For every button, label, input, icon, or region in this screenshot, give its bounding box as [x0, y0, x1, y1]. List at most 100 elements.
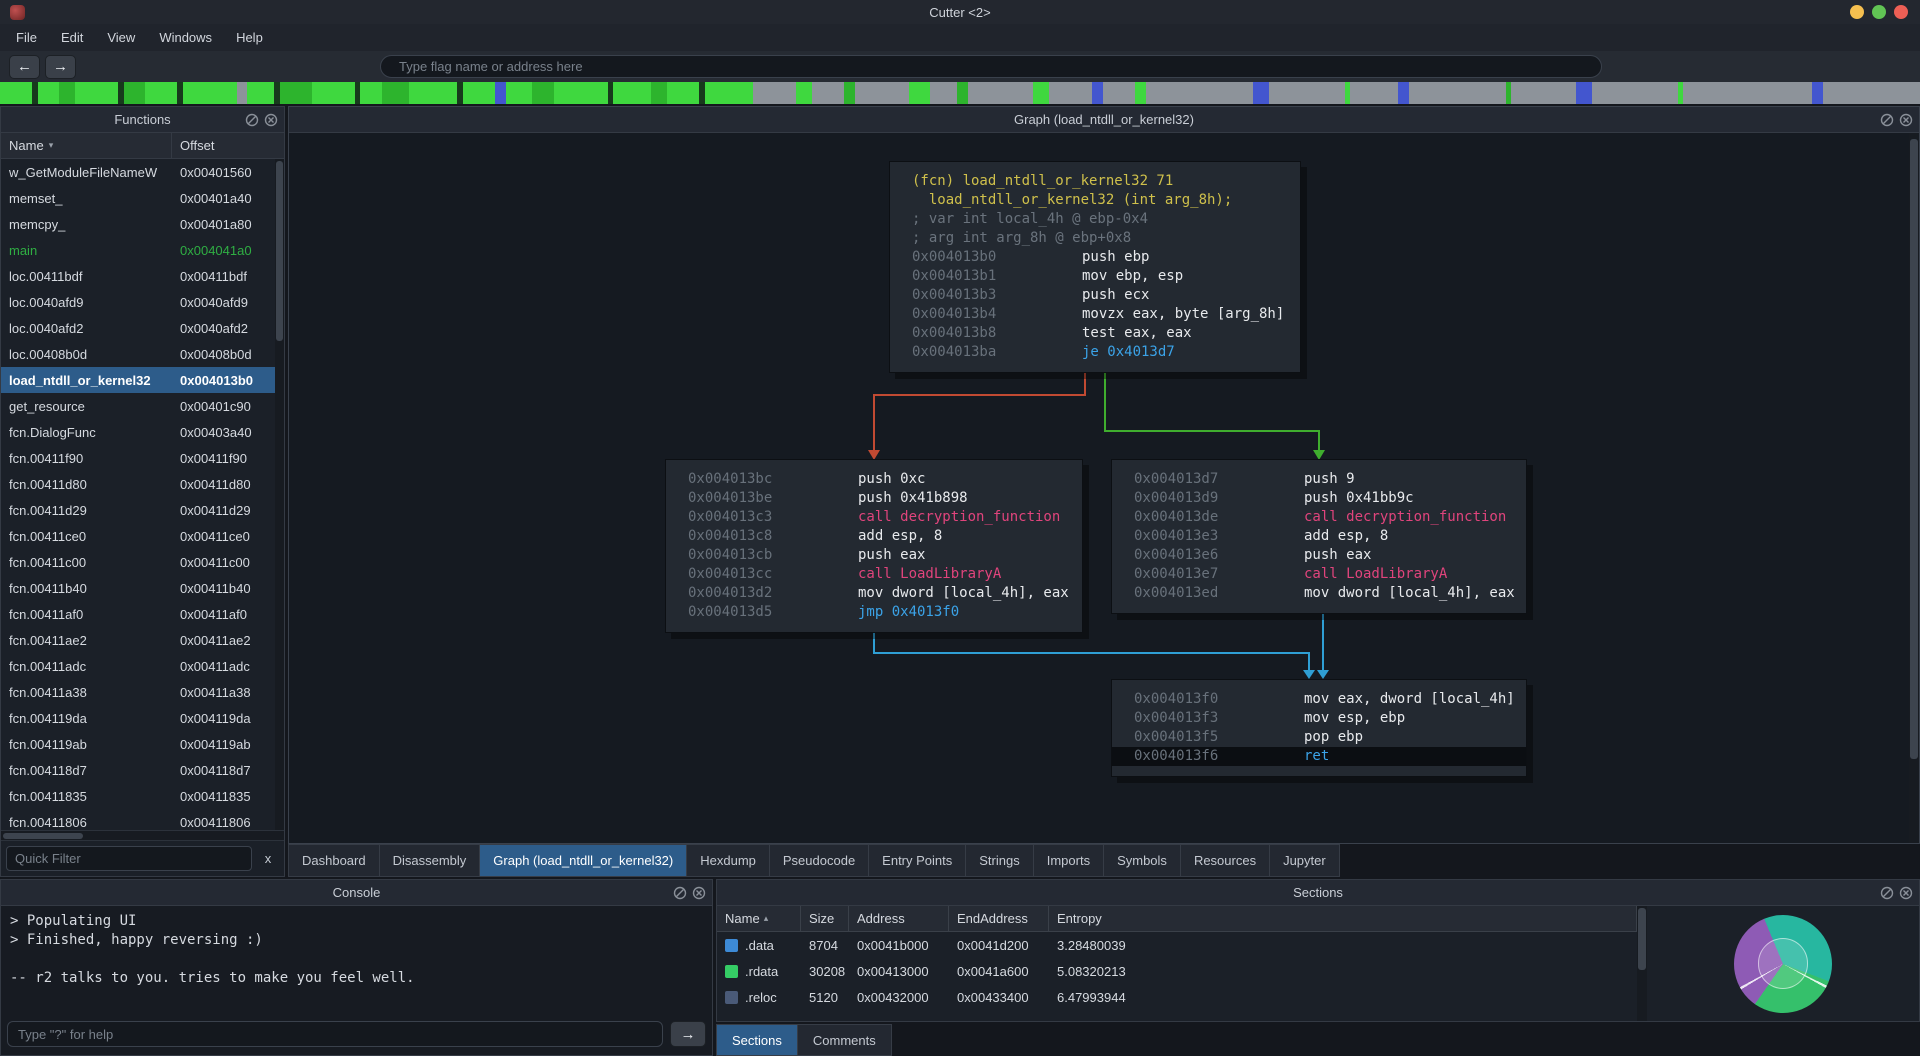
disasm-line[interactable]: (fcn) load_ntdll_or_kernel32 71: [890, 172, 1300, 191]
sections-column-endaddress[interactable]: EndAddress: [949, 906, 1049, 931]
forward-button[interactable]: →: [45, 55, 76, 79]
quick-filter-input[interactable]: [6, 846, 252, 871]
function-row[interactable]: fcn.00411b400x00411b40: [1, 575, 284, 601]
function-row[interactable]: fcn.00411d290x00411d29: [1, 497, 284, 523]
close-panel-icon[interactable]: [692, 886, 706, 900]
functions-scrollbar[interactable]: [275, 159, 284, 830]
function-row[interactable]: fcn.00411adc0x00411adc: [1, 653, 284, 679]
console-panel-header[interactable]: Console: [1, 880, 712, 906]
disasm-line[interactable]: 0x004013cccall LoadLibraryA: [666, 565, 1082, 584]
disasm-line[interactable]: 0x004013f0mov eax, dword [local_4h]: [1112, 690, 1526, 709]
menu-file[interactable]: File: [4, 26, 49, 49]
disasm-line[interactable]: 0x004013d2mov dword [local_4h], eax: [666, 584, 1082, 603]
function-row[interactable]: fcn.004118350x00411835: [1, 783, 284, 809]
function-row[interactable]: fcn.00411c000x00411c00: [1, 549, 284, 575]
sections-column-name[interactable]: Name▴: [717, 906, 801, 931]
bottom-tab-sections[interactable]: Sections: [716, 1024, 798, 1056]
minimize-button[interactable]: [1850, 5, 1864, 19]
tab-disassembly[interactable]: Disassembly: [380, 844, 481, 877]
section-row[interactable]: .data87040x0041b0000x0041d2003.28480039: [717, 932, 1637, 958]
disasm-line[interactable]: 0x004013b0push ebp: [890, 248, 1300, 267]
function-row[interactable]: loc.0040afd90x0040afd9: [1, 289, 284, 315]
console-output[interactable]: > Populating UI> Finished, happy reversi…: [1, 906, 712, 1019]
sort-dropdown-icon[interactable]: ▾: [49, 140, 54, 151]
graph-block[interactable]: 0x004013f0mov eax, dword [local_4h]0x004…: [1111, 679, 1527, 777]
functions-hscrollbar[interactable]: [1, 830, 284, 840]
back-button[interactable]: ←: [9, 55, 40, 79]
close-button[interactable]: [1894, 5, 1908, 19]
tab-pseudocode[interactable]: Pseudocode: [770, 844, 869, 877]
section-row[interactable]: .reloc51200x004320000x004334006.47993944: [717, 984, 1637, 1010]
function-row[interactable]: memcpy_0x00401a80: [1, 211, 284, 237]
sections-table-head[interactable]: Name▴SizeAddressEndAddressEntropy: [717, 906, 1637, 932]
functions-panel-header[interactable]: Functions: [1, 107, 284, 133]
tab-entry-points[interactable]: Entry Points: [869, 844, 966, 877]
console-execute-button[interactable]: →: [670, 1021, 706, 1047]
disasm-line[interactable]: 0x004013edmov dword [local_4h], eax: [1112, 584, 1526, 603]
disasm-line[interactable]: ; arg int arg_8h @ ebp+0x8: [890, 229, 1300, 248]
menu-windows[interactable]: Windows: [147, 26, 224, 49]
function-row[interactable]: fcn.004118060x00411806: [1, 809, 284, 830]
function-row[interactable]: fcn.00411ce00x00411ce0: [1, 523, 284, 549]
function-row[interactable]: get_resource0x00401c90: [1, 393, 284, 419]
tab-strings[interactable]: Strings: [966, 844, 1033, 877]
disasm-line[interactable]: 0x004013b8test eax, eax: [890, 324, 1300, 343]
disasm-line[interactable]: 0x004013b4movzx eax, byte [arg_8h]: [890, 305, 1300, 324]
disasm-line[interactable]: 0x004013c8add esp, 8: [666, 527, 1082, 546]
function-row[interactable]: fcn.00411ae20x00411ae2: [1, 627, 284, 653]
close-panel-icon[interactable]: [1899, 886, 1913, 900]
function-row[interactable]: fcn.004118d70x004118d7: [1, 757, 284, 783]
disasm-line[interactable]: 0x004013decall decryption_function: [1112, 508, 1526, 527]
disasm-line[interactable]: 0x004013d7push 9: [1112, 470, 1526, 489]
disasm-line[interactable]: 0x004013e3add esp, 8: [1112, 527, 1526, 546]
menu-help[interactable]: Help: [224, 26, 275, 49]
sections-scrollbar[interactable]: [1637, 906, 1647, 1021]
function-row[interactable]: main0x004041a0: [1, 237, 284, 263]
tab-resources[interactable]: Resources: [1181, 844, 1270, 877]
sections-column-entropy[interactable]: Entropy: [1049, 906, 1637, 931]
function-row[interactable]: loc.0040afd20x0040afd2: [1, 315, 284, 341]
disasm-line[interactable]: 0x004013baje 0x4013d7: [890, 343, 1300, 362]
tab-dashboard[interactable]: Dashboard: [288, 844, 380, 877]
disasm-line[interactable]: 0x004013bcpush 0xc: [666, 470, 1082, 489]
maximize-button[interactable]: [1872, 5, 1886, 19]
function-row[interactable]: load_ntdll_or_kernel320x004013b0: [1, 367, 284, 393]
tab-symbols[interactable]: Symbols: [1104, 844, 1181, 877]
tab-hexdump[interactable]: Hexdump: [687, 844, 770, 877]
graph-scrollbar-thumb[interactable]: [1910, 139, 1918, 759]
menu-view[interactable]: View: [95, 26, 147, 49]
quick-filter-clear-button[interactable]: x: [257, 846, 279, 871]
sections-panel-header[interactable]: Sections: [717, 880, 1919, 906]
function-row[interactable]: fcn.00411af00x00411af0: [1, 601, 284, 627]
graph-canvas[interactable]: (fcn) load_ntdll_or_kernel32 71 load_ntd…: [289, 133, 1909, 843]
disasm-line[interactable]: 0x004013bepush 0x41b898: [666, 489, 1082, 508]
graph-block[interactable]: 0x004013bcpush 0xc0x004013bepush 0x41b89…: [665, 459, 1083, 633]
disasm-line[interactable]: 0x004013b3push ecx: [890, 286, 1300, 305]
graph-block[interactable]: (fcn) load_ntdll_or_kernel32 71 load_ntd…: [889, 161, 1301, 373]
menu-edit[interactable]: Edit: [49, 26, 95, 49]
function-row[interactable]: fcn.004119da0x004119da: [1, 705, 284, 731]
disasm-line[interactable]: 0x004013f3mov esp, ebp: [1112, 709, 1526, 728]
function-row[interactable]: fcn.004119ab0x004119ab: [1, 731, 284, 757]
tab-graph-load-ntdll-or-kernel32[interactable]: Graph (load_ntdll_or_kernel32): [480, 844, 687, 877]
detach-icon[interactable]: [1880, 886, 1894, 900]
sections-scrollbar-thumb[interactable]: [1638, 908, 1646, 970]
function-row[interactable]: fcn.00411d800x00411d80: [1, 471, 284, 497]
functions-scrollbar-thumb[interactable]: [276, 161, 283, 341]
graph-panel-header[interactable]: Graph (load_ntdll_or_kernel32): [289, 107, 1919, 133]
detach-icon[interactable]: [245, 113, 259, 127]
function-row[interactable]: fcn.DialogFunc0x00403a40: [1, 419, 284, 445]
disasm-line[interactable]: 0x004013f6ret: [1112, 747, 1526, 766]
disasm-line[interactable]: 0x004013cbpush eax: [666, 546, 1082, 565]
memory-map[interactable]: [0, 82, 1920, 104]
disasm-line[interactable]: 0x004013d9push 0x41bb9c: [1112, 489, 1526, 508]
function-row[interactable]: fcn.00411a380x00411a38: [1, 679, 284, 705]
tab-imports[interactable]: Imports: [1034, 844, 1104, 877]
detach-icon[interactable]: [1880, 113, 1894, 127]
disasm-line[interactable]: load_ntdll_or_kernel32 (int arg_8h);: [890, 191, 1300, 210]
console-input[interactable]: [7, 1021, 663, 1047]
graph-block[interactable]: 0x004013d7push 90x004013d9push 0x41bb9c0…: [1111, 459, 1527, 614]
close-panel-icon[interactable]: [264, 113, 278, 127]
sort-asc-icon[interactable]: ▴: [764, 913, 769, 924]
tab-jupyter[interactable]: Jupyter: [1270, 844, 1340, 877]
